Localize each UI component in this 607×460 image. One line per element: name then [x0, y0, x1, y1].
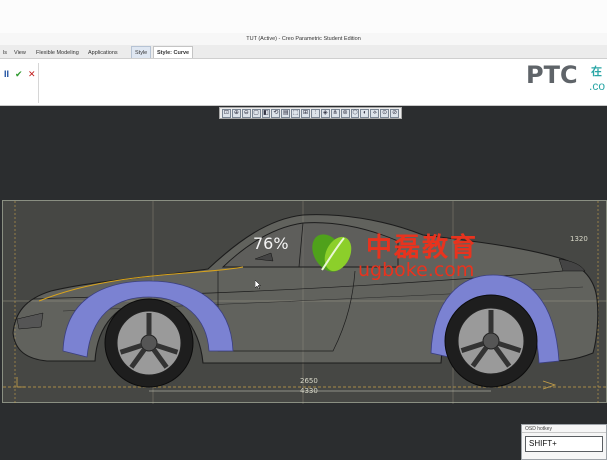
ribbon-panel: II ✔ ✕ PTC 在 .co — [0, 59, 607, 106]
ptc-logo: PTC — [526, 61, 578, 89]
view-toolbar-button-14[interactable]: ◐ — [360, 109, 370, 118]
view-toolbar-button-2[interactable]: ⊖ — [241, 109, 251, 118]
tab-view[interactable]: View — [11, 47, 29, 59]
view-toolbar-button-8[interactable]: ⊞ — [301, 109, 311, 118]
view-toolbar-button-10[interactable]: ◈ — [320, 109, 330, 118]
car-sketch-image[interactable] — [2, 200, 607, 404]
cancel-x-icon[interactable]: ✕ — [28, 69, 36, 79]
view-toolbar-button-4[interactable]: ◧ — [261, 109, 271, 118]
tab-style[interactable]: Style — [131, 46, 152, 58]
ribbon-tabs: ls View Flexible Modeling Applications S… — [0, 45, 607, 59]
dimension-height: 1320 — [570, 235, 588, 243]
view-toolbar-button-9[interactable]: ⫶ — [311, 109, 320, 118]
view-toolbar-button-7[interactable]: ⬚ — [291, 109, 301, 118]
tab-tools[interactable]: ls — [0, 47, 10, 59]
view-toolbar-button-0[interactable]: ⊡ — [222, 109, 231, 118]
front-wheel — [104, 298, 194, 388]
view-toolbar-button-12[interactable]: ⊚ — [340, 109, 350, 118]
view-toolbar-button-11[interactable]: ⋔ — [330, 109, 340, 118]
osd-hotkey-panel: OSD hotkey SHIFT+ — [521, 424, 607, 460]
tab-applications[interactable]: Applications — [85, 47, 121, 59]
window-title: TUT (Active) - Creo Parametric Student E… — [0, 33, 607, 45]
dimension-length: 4330 — [300, 387, 318, 395]
view-toolbar-button-1[interactable]: ⊕ — [231, 109, 241, 118]
mouse-cursor-icon — [255, 280, 261, 289]
view-toolbar-button-3[interactable]: ▢ — [251, 109, 261, 118]
pause-icon[interactable]: II — [4, 69, 9, 79]
view-toolbar-button-17[interactable]: ⊘ — [390, 109, 400, 118]
logo-overlay-top: 在 — [591, 66, 602, 78]
watermark-url: ugboke.com — [358, 259, 475, 281]
rear-wheel — [444, 294, 538, 388]
ok-check-icon[interactable]: ✔ — [15, 69, 23, 79]
view-toolbar-button-6[interactable]: ▤ — [281, 109, 291, 118]
watermark-leaf-icon — [312, 234, 352, 272]
regen-progress-percent: 76% — [253, 234, 289, 253]
view-toolbar-button-13[interactable]: ⬡ — [350, 109, 360, 118]
ribbon-separator — [38, 63, 39, 103]
car-blueprint-drawing — [3, 201, 607, 404]
view-toolbar-button-5[interactable]: ⟲ — [271, 109, 281, 118]
logo-overlay-bottom: .co — [589, 79, 606, 93]
tab-style-curve[interactable]: Style: Curve — [153, 46, 194, 58]
view-toolbar-button-15[interactable]: ⟡ — [370, 109, 380, 118]
osd-title: OSD hotkey — [522, 425, 606, 433]
dimension-wheelbase: 2650 — [300, 377, 318, 385]
view-toolbar: ⊡ ⊕ ⊖ ▢ ◧ ⟲ ▤ ⬚ ⊞ ⫶ ◈ ⋔ ⊚ ⬡ ◐ ⟡ ⊙ ⊘ — [219, 107, 402, 119]
osd-hotkey-field: SHIFT+ — [525, 436, 603, 452]
title-bar — [0, 0, 607, 33]
tab-flexible-modeling[interactable]: Flexible Modeling — [33, 47, 82, 59]
view-toolbar-button-16[interactable]: ⊙ — [380, 109, 390, 118]
